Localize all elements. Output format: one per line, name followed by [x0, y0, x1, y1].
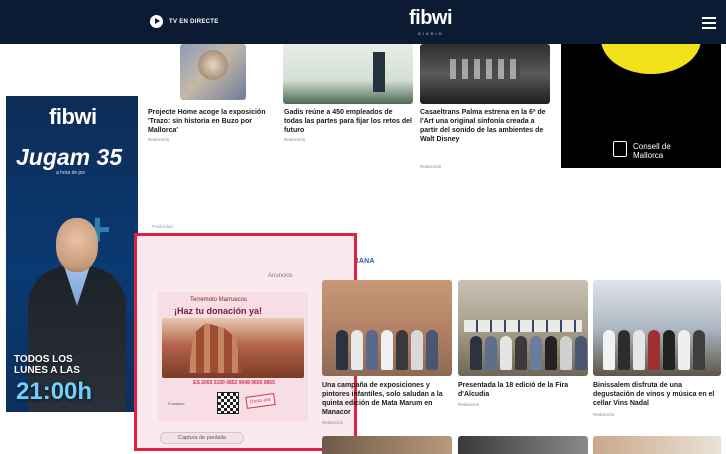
ad-section-label: Publicidad	[152, 224, 173, 229]
page: TV EN DIRECTE fibwi DIARIO Projecte Home…	[0, 0, 726, 454]
consell-emblem-icon	[613, 141, 627, 157]
tv-live-label: TV EN DIRECTE	[169, 18, 219, 25]
news-title-2[interactable]: Gadis reúne a 450 empleados de todas las…	[284, 108, 412, 135]
consell-ad[interactable]: Consell de Mallorca	[561, 44, 721, 168]
side-ad-logo: fibwi	[49, 104, 97, 129]
news-thumbnail-1[interactable]	[180, 44, 246, 100]
news-title-5[interactable]: Presentada la 18 edició de la Fira d'Alc…	[458, 381, 588, 399]
news-photo-7[interactable]	[322, 436, 452, 454]
news-meta-5: Redacción	[458, 402, 480, 407]
news-meta-1: Redacción	[148, 137, 170, 142]
news-meta-6: Redacción	[593, 412, 615, 417]
side-ad-time: 21:00h	[16, 378, 93, 405]
tv-live-button[interactable]: TV EN DIRECTE	[150, 15, 219, 28]
news-meta-2: Redacción	[284, 137, 306, 142]
news-title-3[interactable]: Casaeltrans Palma estrena en la 6ª de l'…	[420, 108, 550, 144]
sun-graphic	[601, 44, 701, 74]
side-ad-subtitle: a hora de jos	[56, 170, 85, 176]
top-navbar: TV EN DIRECTE fibwi DIARIO	[0, 0, 726, 44]
news-thumbnail-3[interactable]	[420, 44, 550, 104]
ad-top-text: Terremoto Marruecos	[190, 297, 248, 303]
site-logo[interactable]: fibwi	[409, 8, 453, 28]
news-photo-6[interactable]	[593, 280, 721, 376]
news-title-1[interactable]: Projecte Home acoge la exposición 'Trazo…	[148, 108, 276, 135]
ad-org-logo: Fundació	[168, 401, 185, 406]
side-banner-ad[interactable]: fibwi Jugam 35 a hora de jos + + TODOS L…	[6, 96, 138, 412]
news-meta-4: Redacción	[322, 420, 344, 425]
site-logo-subtitle: DIARIO	[418, 31, 444, 36]
ad-label: Anuncios	[268, 273, 293, 279]
screenshot-button[interactable]: Captura de pantalla	[160, 432, 244, 444]
news-photo-8[interactable]	[458, 436, 588, 454]
side-ad-cta: TODOS LOS LUNES A LAS	[14, 354, 80, 376]
ad-photo	[162, 318, 304, 378]
news-title-6[interactable]: Binissalem disfruta de una degustación d…	[593, 381, 721, 408]
ad-account-number: ES 2003 2100 0852 9048 0655 0855	[193, 380, 275, 386]
hamburger-menu-icon[interactable]	[702, 17, 716, 29]
news-thumbnail-2[interactable]	[283, 44, 413, 104]
ad-headline: ¡Haz tu donación ya!	[174, 306, 263, 316]
consell-label: Consell de Mallorca	[633, 142, 671, 160]
news-photo-4[interactable]	[322, 280, 452, 376]
news-title-4[interactable]: Una campaña de exposiciones y pintores i…	[322, 381, 452, 417]
qr-code-icon	[217, 392, 239, 414]
side-ad-title: Jugam 35	[16, 144, 123, 170]
news-photo-9[interactable]	[593, 436, 721, 454]
news-photo-5[interactable]	[458, 280, 588, 376]
news-meta-3: Redacción	[420, 164, 442, 169]
play-icon	[150, 15, 163, 28]
